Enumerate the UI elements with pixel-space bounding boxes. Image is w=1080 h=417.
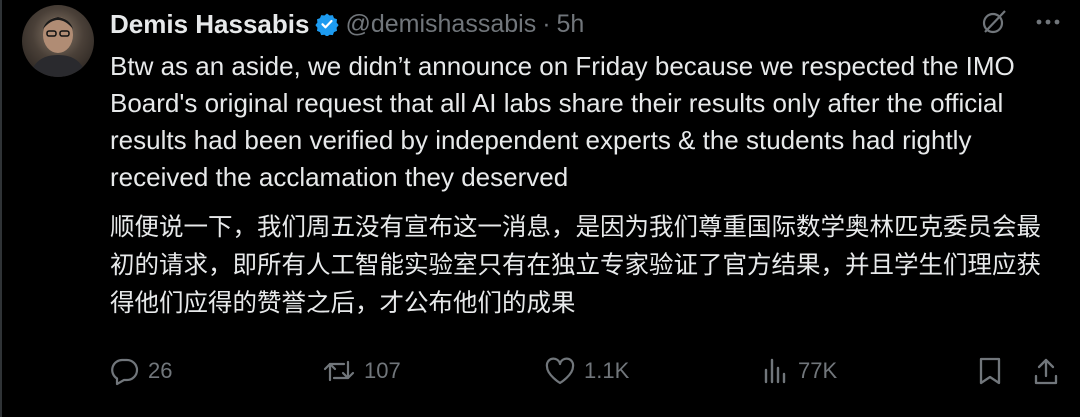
- author-handle[interactable]: @demishassabis: [345, 10, 536, 39]
- tweet-text-english: Btw as an aside, we didn’t announce on F…: [110, 51, 1015, 192]
- share-icon: [1032, 356, 1060, 386]
- views-button[interactable]: 77K: [762, 356, 837, 386]
- grok-icon[interactable]: [980, 8, 1008, 36]
- views-icon: [762, 356, 790, 386]
- tweet-text-chinese: 顺便说一下，我们周五没有宣布这一消息，是因为我们尊重国际数学奥林匹克委员会最初的…: [110, 212, 1041, 317]
- repost-icon: [322, 356, 356, 386]
- repost-button[interactable]: 107: [322, 356, 401, 386]
- view-count: 77K: [798, 358, 838, 383]
- like-count: 1.1K: [584, 358, 630, 383]
- more-icon[interactable]: [1034, 8, 1062, 36]
- avatar[interactable]: [22, 5, 94, 77]
- reply-button[interactable]: 26: [110, 356, 172, 386]
- bookmark-button[interactable]: [976, 356, 1004, 386]
- header-separator: ·: [542, 9, 551, 38]
- reply-icon: [110, 356, 140, 386]
- like-icon: [544, 356, 576, 386]
- tweet-card: Demis Hassabis @demishassabis · 5h Btw a…: [0, 0, 1080, 417]
- like-button[interactable]: 1.1K: [544, 356, 629, 386]
- share-button[interactable]: [1032, 356, 1060, 386]
- reply-count: 26: [148, 358, 173, 383]
- author-name[interactable]: Demis Hassabis: [110, 9, 309, 40]
- timestamp[interactable]: 5h: [557, 10, 585, 39]
- bookmark-icon: [976, 356, 1004, 386]
- repost-count: 107: [364, 358, 401, 383]
- tweet-top-actions: [980, 8, 1062, 36]
- tweet-actions-bar: 26 107 1.1K 77K: [110, 356, 1060, 396]
- verified-badge-icon: [315, 12, 340, 36]
- avatar-photo: [30, 17, 86, 77]
- tweet-header: Demis Hassabis @demishassabis · 5h: [110, 8, 584, 40]
